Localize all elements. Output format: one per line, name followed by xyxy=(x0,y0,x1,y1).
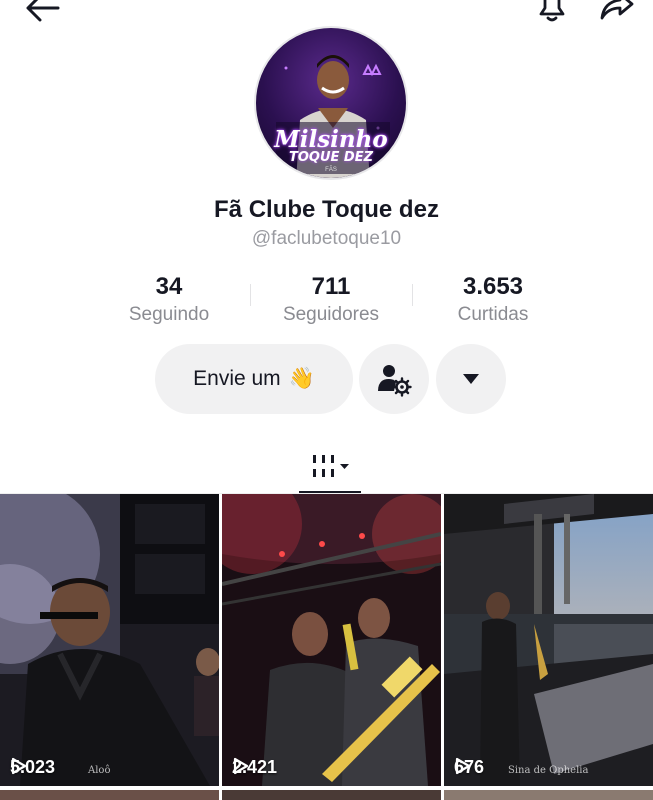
video-grid: 5.023 Aloô 2.421 676 Sina de Ophelia xyxy=(0,494,653,800)
stat-label: Seguidores xyxy=(282,304,380,325)
video-watermark: Sina de Ophelia xyxy=(508,765,589,776)
play-icon xyxy=(233,757,249,775)
stat-label: Seguindo xyxy=(128,304,210,325)
play-icon xyxy=(11,757,27,775)
profile-actions: Envie um 👋 xyxy=(0,342,653,414)
avatar-brand-text: Milsinho xyxy=(274,126,388,153)
view-count: 5.023 xyxy=(10,757,55,778)
content-tab-bar xyxy=(0,440,653,494)
stat-label: Curtidas xyxy=(457,304,529,325)
view-count: 2.421 xyxy=(232,757,277,778)
video-thumbnail-next-row[interactable] xyxy=(444,790,653,800)
avatar[interactable]: Milsinho TOQUE DEZ FÃS xyxy=(254,26,408,180)
avatar-brand-tiny: FÃS xyxy=(325,167,337,173)
message-button-label: Envie um xyxy=(193,367,281,390)
friend-settings-button[interactable] xyxy=(359,344,429,414)
waving-hand-icon: 👋 xyxy=(288,367,315,390)
stat-following[interactable]: 34 Seguindo xyxy=(89,272,249,328)
active-tab-indicator xyxy=(299,491,361,493)
stat-likes[interactable]: 3.653 Curtidas xyxy=(413,272,573,328)
view-count: 676 xyxy=(454,757,484,778)
stat-value: 711 xyxy=(311,273,351,300)
video-watermark: Aloô xyxy=(88,765,111,776)
more-options-button[interactable] xyxy=(436,344,506,414)
video-thumbnail-image xyxy=(222,494,441,786)
profile-stats: 34 Seguindo 711 Seguidores 3.653 Curtida… xyxy=(0,272,653,328)
person-gear-icon xyxy=(378,365,412,397)
video-thumbnail[interactable]: 2.421 xyxy=(222,494,441,786)
stat-value: 3.653 xyxy=(462,273,524,300)
video-thumbnail-next-row[interactable] xyxy=(222,790,441,800)
video-thumbnail-next-row[interactable] xyxy=(0,790,219,800)
tab-videos[interactable] xyxy=(298,440,362,494)
username-handle: @faclubetoque10 xyxy=(251,228,402,249)
stat-value: 34 xyxy=(155,273,183,300)
grid-bars-icon xyxy=(313,455,349,477)
play-icon xyxy=(455,757,471,775)
stat-followers[interactable]: 711 Seguidores xyxy=(251,272,411,328)
avatar-brand-subtitle: TOQUE DEZ xyxy=(288,150,374,165)
share-icon[interactable] xyxy=(596,0,638,24)
video-thumbnail-image xyxy=(0,494,219,786)
caret-down-icon xyxy=(463,374,479,384)
video-thumbnail[interactable]: 676 Sina de Ophelia xyxy=(444,494,653,786)
video-thumbnail-image xyxy=(444,494,653,786)
notification-bell-icon[interactable] xyxy=(532,0,572,24)
back-arrow-icon[interactable] xyxy=(22,0,62,24)
message-button[interactable]: Envie um 👋 xyxy=(155,344,353,414)
display-name: Fã Clube Toque dez xyxy=(214,196,439,223)
video-thumbnail[interactable]: 5.023 Aloô xyxy=(0,494,219,786)
